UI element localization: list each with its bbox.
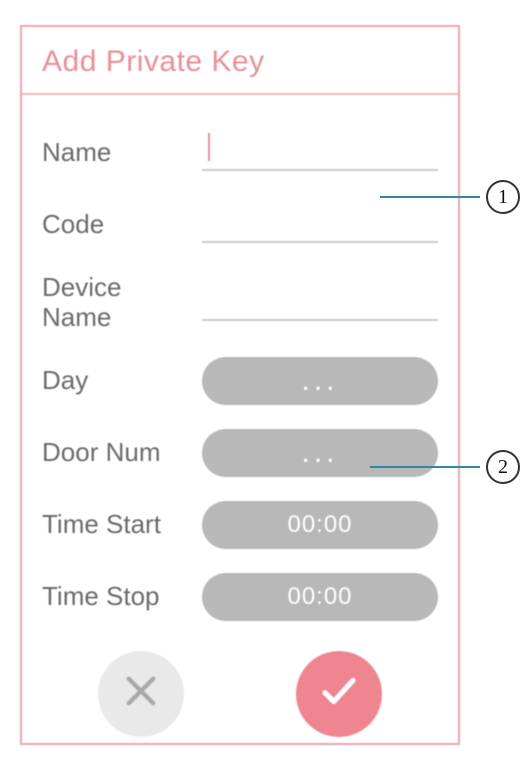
time-stop-value: 00:00 [287, 583, 352, 611]
ellipsis-icon: ... [301, 448, 338, 458]
label-device-name: Device Name [42, 273, 202, 333]
time-stop-selector[interactable]: 00:00 [202, 573, 438, 621]
row-time-start: Time Start 00:00 [42, 501, 438, 549]
row-device-name: Device Name [42, 273, 438, 333]
dialog-title: Add Private Key [22, 27, 458, 95]
cancel-button[interactable] [98, 651, 184, 737]
check-icon [318, 670, 360, 717]
row-door-num: Door Num ... [42, 429, 438, 477]
callout-number-2: 2 [486, 450, 520, 484]
text-cursor [208, 133, 210, 161]
label-day: Day [42, 366, 202, 396]
label-door-num: Door Num [42, 438, 202, 468]
door-num-selector[interactable]: ... [202, 429, 438, 477]
time-start-value: 00:00 [287, 511, 352, 539]
name-input[interactable] [202, 135, 438, 171]
day-selector[interactable]: ... [202, 357, 438, 405]
ellipsis-icon: ... [301, 376, 338, 386]
label-code: Code [42, 210, 202, 240]
close-icon [120, 670, 162, 717]
dialog-actions [22, 621, 458, 737]
code-input[interactable] [202, 207, 438, 243]
callout-number-1: 1 [486, 180, 520, 214]
label-name: Name [42, 138, 202, 168]
row-time-stop: Time Stop 00:00 [42, 573, 438, 621]
screenshot-stage: Add Private Key Name Code Device Name [0, 0, 525, 777]
form: Name Code Device Name Day ... [22, 95, 458, 621]
label-time-stop: Time Stop [42, 582, 202, 612]
add-private-key-dialog: Add Private Key Name Code Device Name [20, 25, 460, 745]
row-name: Name [42, 129, 438, 177]
confirm-button[interactable] [296, 651, 382, 737]
row-code: Code [42, 201, 438, 249]
device-name-input[interactable] [202, 285, 438, 321]
row-day: Day ... [42, 357, 438, 405]
time-start-selector[interactable]: 00:00 [202, 501, 438, 549]
label-time-start: Time Start [42, 510, 202, 540]
